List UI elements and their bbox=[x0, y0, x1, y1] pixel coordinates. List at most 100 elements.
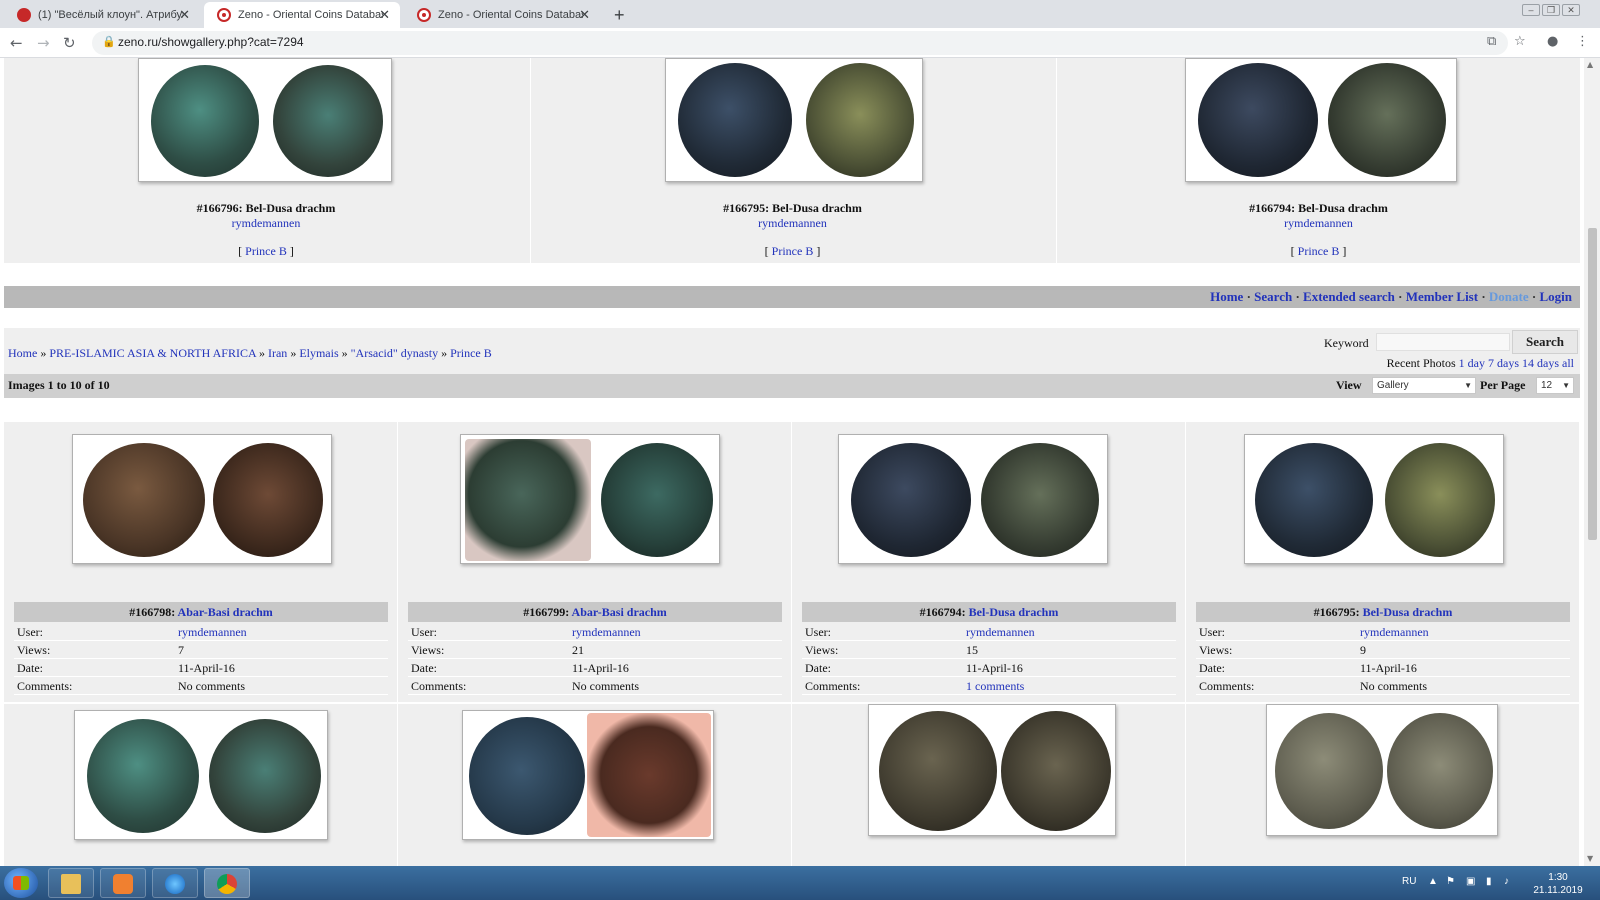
restore-window-button[interactable]: ❐ bbox=[1542, 4, 1560, 16]
coin-obverse-image bbox=[1275, 713, 1383, 829]
tray-network-icon[interactable]: ▣ bbox=[1466, 876, 1475, 887]
coin-thumbnail[interactable] bbox=[1266, 704, 1498, 836]
media-player-icon bbox=[113, 874, 133, 894]
menu-dots-icon[interactable]: ⋮ bbox=[1576, 34, 1589, 49]
tray-expand-icon[interactable]: ▲ bbox=[1428, 876, 1438, 887]
recent-1-day-link[interactable]: 1 day bbox=[1459, 356, 1485, 370]
close-window-button[interactable]: ✕ bbox=[1562, 4, 1580, 16]
search-button[interactable]: Search bbox=[1512, 330, 1578, 354]
recent-7-days-link[interactable]: 7 days bbox=[1488, 356, 1519, 370]
date-row: Date: 11-April-16 bbox=[1196, 659, 1570, 677]
user-link[interactable]: rymdemannen bbox=[1360, 623, 1429, 641]
forward-icon[interactable]: → bbox=[37, 33, 50, 53]
gallery-item bbox=[1186, 704, 1579, 866]
category-link[interactable]: Prince B bbox=[772, 244, 814, 258]
item-title: #166795: Bel-Dusa drachm bbox=[723, 201, 862, 215]
coin-thumbnail[interactable] bbox=[868, 704, 1116, 836]
nav-extended-search-link[interactable]: Extended search bbox=[1303, 289, 1395, 304]
breadcrumb-pre-islamic[interactable]: PRE-ISLAMIC ASIA & NORTH AFRICA bbox=[49, 346, 256, 360]
user-link[interactable]: rymdemannen bbox=[1284, 216, 1353, 230]
user-link[interactable]: rymdemannen bbox=[232, 216, 301, 230]
user-link[interactable]: rymdemannen bbox=[758, 216, 827, 230]
tray-flag-icon[interactable]: ⚑ bbox=[1446, 876, 1455, 887]
tray-volume-icon[interactable]: ♪ bbox=[1504, 876, 1509, 887]
gallery-item: #166794: Bel-Dusa drachm User: rymdemanne… bbox=[792, 422, 1185, 702]
tab-title: Zeno - Oriental Coins Database - bbox=[438, 9, 583, 21]
tab-zeno-active[interactable]: Zeno - Oriental Coins Database - ✕ bbox=[204, 2, 400, 28]
coin-reverse-image bbox=[273, 65, 383, 177]
coin-thumbnail[interactable] bbox=[665, 58, 923, 182]
new-tab-button[interactable]: + bbox=[614, 2, 625, 28]
coin-obverse-image bbox=[1255, 443, 1373, 557]
nav-login-link[interactable]: Login bbox=[1539, 289, 1572, 304]
user-link[interactable]: rymdemannen bbox=[966, 623, 1035, 641]
profile-icon[interactable]: ● bbox=[1547, 34, 1558, 49]
breadcrumb-elymais[interactable]: Elymais bbox=[299, 346, 338, 360]
user-row: User: rymdemannen bbox=[802, 623, 1176, 641]
recent-all-link[interactable]: all bbox=[1562, 356, 1574, 370]
scroll-down-icon[interactable]: ▼ bbox=[1587, 854, 1593, 863]
gallery-control-bar: Images 1 to 10 of 10 View Gallery ▼ Per P… bbox=[4, 374, 1580, 398]
close-tab-icon[interactable]: ✕ bbox=[579, 2, 590, 28]
windows-taskbar: RU ▲ ⚑ ▣ ▮ ♪ 1:30 21.11.2019 bbox=[0, 866, 1600, 900]
nav-member-list-link[interactable]: Member List bbox=[1406, 289, 1478, 304]
scroll-up-icon[interactable]: ▲ bbox=[1587, 60, 1593, 69]
view-select[interactable]: Gallery ▼ bbox=[1372, 377, 1476, 394]
address-bar[interactable]: 🔒 zeno.ru/showgallery.php?cat=7294 bbox=[92, 31, 1508, 55]
user-link[interactable]: rymdemannen bbox=[572, 623, 641, 641]
close-tab-icon[interactable]: ✕ bbox=[179, 2, 190, 28]
recent-14-days-link[interactable]: 14 days bbox=[1522, 356, 1559, 370]
coin-thumbnail[interactable] bbox=[1185, 58, 1457, 182]
item-name-link[interactable]: Abar-Basi drachm bbox=[572, 605, 667, 619]
category-link[interactable]: Prince B bbox=[245, 244, 287, 258]
user-link[interactable]: rymdemannen bbox=[178, 623, 247, 641]
coin-thumbnail[interactable] bbox=[1244, 434, 1504, 564]
back-icon[interactable]: ← bbox=[10, 33, 23, 53]
coin-reverse-image bbox=[587, 713, 711, 837]
coin-thumbnail[interactable] bbox=[462, 710, 714, 840]
comments-row: Comments: No comments bbox=[408, 677, 782, 695]
comments-row: Comments: No comments bbox=[1196, 677, 1570, 695]
keyword-input[interactable] bbox=[1376, 333, 1510, 351]
tab-zeno[interactable]: Zeno - Oriental Coins Database - ✕ bbox=[404, 2, 600, 28]
site-nav-bar: Home · Search · Extended search · Member… bbox=[4, 286, 1580, 308]
dropdown-caret-icon: ▼ bbox=[1562, 381, 1570, 390]
coin-obverse-image bbox=[469, 717, 585, 835]
bookmark-star-icon[interactable]: ☆ bbox=[1514, 34, 1526, 49]
item-name-link[interactable]: Bel-Dusa drachm bbox=[1363, 605, 1453, 619]
close-tab-icon[interactable]: ✕ bbox=[379, 2, 390, 28]
coin-thumbnail[interactable] bbox=[138, 58, 392, 182]
category-link[interactable]: Prince B bbox=[1298, 244, 1340, 258]
taskbar-explorer[interactable] bbox=[48, 868, 94, 898]
nav-home-link[interactable]: Home bbox=[1210, 289, 1243, 304]
page-scrollbar[interactable]: ▲ ▼ bbox=[1584, 58, 1600, 866]
coin-thumbnail[interactable] bbox=[460, 434, 720, 564]
breadcrumb-prince-b[interactable]: Prince B bbox=[450, 346, 492, 360]
system-clock[interactable]: 1:30 21.11.2019 bbox=[1528, 871, 1588, 897]
coin-thumbnail[interactable] bbox=[74, 710, 328, 840]
coin-thumbnail[interactable] bbox=[72, 434, 332, 564]
item-name-link[interactable]: Bel-Dusa drachm bbox=[969, 605, 1059, 619]
taskbar-chrome[interactable] bbox=[204, 868, 250, 898]
minimize-window-button[interactable]: – bbox=[1522, 4, 1540, 16]
date-row: Date: 11-April-16 bbox=[408, 659, 782, 677]
translate-icon[interactable]: ⧉ bbox=[1487, 34, 1496, 49]
reload-icon[interactable]: ↻ bbox=[63, 33, 76, 53]
scrollbar-thumb[interactable] bbox=[1588, 228, 1597, 540]
tray-signal-icon[interactable]: ▮ bbox=[1486, 876, 1492, 887]
item-name-link[interactable]: Abar-Basi drachm bbox=[178, 605, 273, 619]
language-indicator[interactable]: RU bbox=[1402, 876, 1416, 887]
views-row: Views: 7 bbox=[14, 641, 388, 659]
breadcrumb-iran[interactable]: Iran bbox=[268, 346, 287, 360]
taskbar-media-player[interactable] bbox=[100, 868, 146, 898]
coin-thumbnail[interactable] bbox=[838, 434, 1108, 564]
nav-donate-link[interactable]: Donate bbox=[1489, 289, 1529, 304]
per-page-select[interactable]: 12 ▼ bbox=[1536, 377, 1574, 394]
breadcrumb-arsacid[interactable]: "Arsacid" dynasty bbox=[351, 346, 438, 360]
comments-link[interactable]: 1 comments bbox=[966, 677, 1024, 695]
taskbar-internet-explorer[interactable] bbox=[152, 868, 198, 898]
nav-search-link[interactable]: Search bbox=[1254, 289, 1292, 304]
tab-clown[interactable]: (1) "Весёлый клоун". Атрибуция ✕ bbox=[4, 2, 200, 28]
breadcrumb-home[interactable]: Home bbox=[8, 346, 37, 360]
start-button[interactable] bbox=[4, 868, 38, 898]
